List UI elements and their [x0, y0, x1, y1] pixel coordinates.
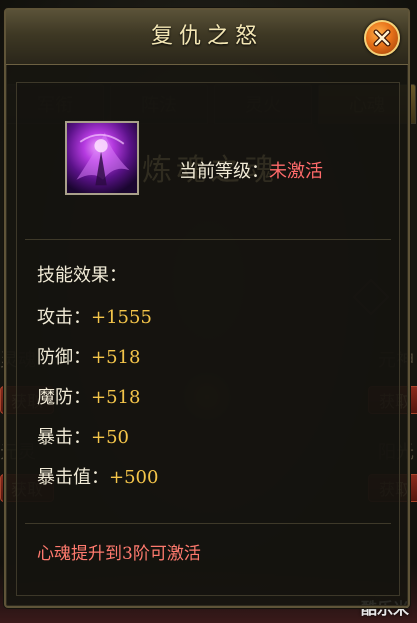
- effect-label: 魔防：: [37, 387, 91, 408]
- level-row: 当前等级：未激活: [179, 157, 323, 183]
- effect-label: 攻击：: [37, 307, 91, 328]
- effect-value: +500: [109, 467, 159, 488]
- effect-value: +518: [91, 347, 141, 368]
- dialog-title: 复仇之怒: [150, 24, 263, 49]
- level-status: 未激活: [269, 161, 323, 182]
- effect-row-crit-value: 暴击值：+500: [37, 463, 158, 503]
- effect-value: +50: [91, 427, 129, 448]
- skill-detail-dialog: 复仇之怒 炼魂之魂 当前等级：未激活 技能效果： 攻击：+1555 防御：+51…: [4, 8, 410, 608]
- close-icon: [373, 29, 391, 47]
- effect-value: +1555: [91, 307, 152, 328]
- effect-row-attack: 攻击：+1555: [37, 303, 158, 343]
- dialog-title-bar: 复仇之怒: [6, 10, 408, 65]
- skill-effects: 技能效果： 攻击：+1555 防御：+518 魔防：+518 暴击：+50 暴击…: [37, 261, 158, 503]
- effect-label: 暴击：: [37, 427, 91, 448]
- level-label: 当前等级：: [179, 161, 269, 182]
- effect-label: 防御：: [37, 347, 91, 368]
- effect-value: +518: [91, 387, 141, 408]
- effect-row-crit: 暴击：+50: [37, 423, 158, 463]
- activation-hint: 心魂提升到3阶可激活: [37, 544, 201, 564]
- skill-info-panel: 炼魂之魂 当前等级：未激活 技能效果： 攻击：+1555 防御：+518 魔防：…: [16, 82, 400, 596]
- skill-icon: [65, 121, 139, 195]
- effect-row-defense: 防御：+518: [37, 343, 158, 383]
- divider-top: [25, 239, 391, 240]
- effects-title: 技能效果：: [37, 265, 127, 286]
- effect-label: 暴击值：: [37, 467, 109, 488]
- close-button[interactable]: [364, 20, 400, 56]
- divider-bottom: [25, 523, 391, 524]
- effect-row-magic-defense: 魔防：+518: [37, 383, 158, 423]
